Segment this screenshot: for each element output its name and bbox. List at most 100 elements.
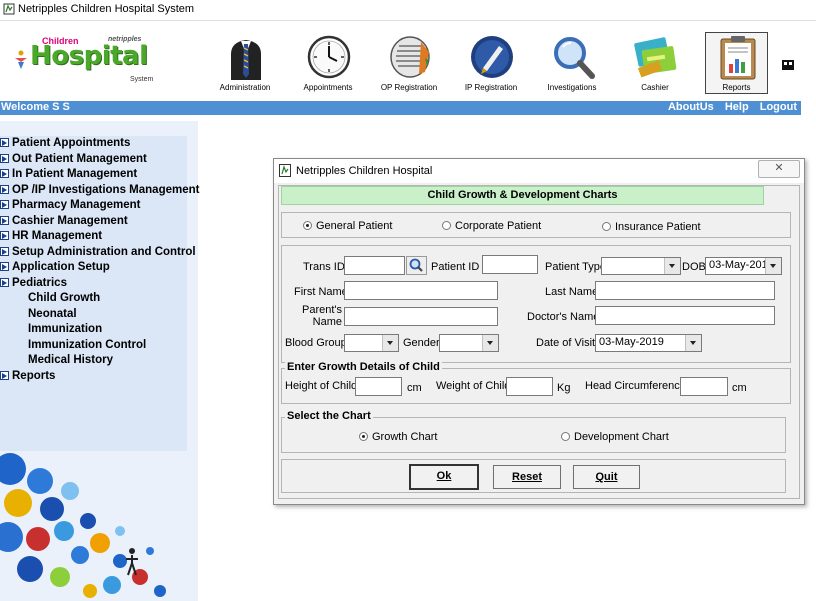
- dialog-title: Netripples Children Hospital: [296, 165, 433, 177]
- arrow-icon: [0, 138, 9, 147]
- sidebar-item-label: Pharmacy Management: [12, 199, 141, 211]
- select-chart-legend: Select the Chart: [285, 410, 373, 422]
- help-link[interactable]: Help: [725, 101, 749, 113]
- reports-button[interactable]: Reports: [705, 32, 768, 94]
- sidebar-item-cashier-management[interactable]: Cashier Management: [0, 215, 199, 231]
- sidebar-item-label: Application Setup: [12, 261, 110, 273]
- logout-link[interactable]: Logout: [760, 101, 797, 113]
- close-button[interactable]: ✕: [758, 160, 800, 178]
- radio-dot: [602, 222, 611, 231]
- growth-chart-radio[interactable]: Growth Chart: [359, 431, 437, 443]
- logo-figure-icon: [15, 50, 27, 69]
- development-chart-radio[interactable]: Development Chart: [561, 431, 669, 443]
- growth-details-group: Enter Growth Details of Child Height of …: [281, 361, 791, 404]
- parents-name-label-line2: Name: [312, 316, 342, 328]
- dob-picker[interactable]: 03-May-2019: [705, 257, 782, 275]
- growth-details-legend: Enter Growth Details of Child: [285, 361, 442, 373]
- radio-label: Development Chart: [574, 431, 669, 443]
- pen-icon: [471, 36, 513, 78]
- window-title: Netripples Children Hospital System: [18, 3, 195, 15]
- sidebar-subitem-medical-history[interactable]: Medical History: [0, 354, 199, 370]
- sidebar-menu: Patient Appointments Out Patient Managem…: [0, 137, 199, 385]
- toolbar-label-investigations: Investigations: [547, 83, 597, 92]
- sidebar-item-out-patient-management[interactable]: Out Patient Management: [0, 153, 199, 169]
- radio-label: Insurance Patient: [615, 221, 701, 233]
- sidebar-item-pharmacy-management[interactable]: Pharmacy Management: [0, 199, 199, 215]
- appointments-button[interactable]: Appointments: [292, 32, 364, 94]
- arrow-icon: [0, 215, 9, 225]
- sidebar-subitem-child-growth[interactable]: Child Growth: [0, 292, 199, 308]
- radio-dot: [359, 432, 368, 441]
- first-name-label: First Name: [294, 286, 348, 298]
- sidebar-item-application-setup[interactable]: Application Setup: [0, 261, 199, 277]
- general-patient-radio[interactable]: General Patient: [303, 220, 392, 232]
- cash-card-icon: [634, 37, 677, 78]
- sidebar-item-patient-appointments[interactable]: Patient Appointments: [0, 137, 199, 153]
- insurance-patient-radio[interactable]: Insurance Patient: [602, 221, 701, 233]
- patient-id-input[interactable]: [482, 255, 538, 274]
- toolbar-label-cashier: Cashier: [641, 83, 669, 92]
- parents-name-label: Parent's Name: [292, 304, 342, 328]
- sidebar-item-label: Reports: [12, 369, 56, 382]
- arrow-icon: [0, 262, 9, 271]
- sidebar-subitem-immunization[interactable]: Immunization: [0, 323, 199, 339]
- radio-dot: [303, 221, 312, 230]
- blood-group-select[interactable]: [344, 334, 399, 352]
- date-of-visit-value: 03-May-2019: [599, 336, 664, 348]
- first-name-input[interactable]: [344, 281, 498, 300]
- toolbar-label-administration: Administration: [219, 83, 271, 92]
- clipboard-report-icon: [720, 36, 756, 80]
- date-of-visit-picker[interactable]: 03-May-2019: [595, 334, 702, 352]
- patient-id-label: Patient ID: [431, 261, 480, 273]
- sidebar-item-pediatrics[interactable]: Pediatrics: [0, 277, 199, 293]
- quit-button[interactable]: Quit: [573, 465, 640, 489]
- sidebar-item-reports[interactable]: Reports: [0, 370, 199, 386]
- weight-input[interactable]: [506, 377, 553, 396]
- doctors-name-input[interactable]: [595, 306, 775, 325]
- sidebar-item-label: Pediatrics: [12, 276, 67, 289]
- head-circumference-input[interactable]: [680, 377, 728, 396]
- chevron-down-icon: [482, 335, 498, 351]
- search-button[interactable]: [406, 256, 427, 275]
- last-name-input[interactable]: [595, 281, 775, 300]
- sidebar-subitem-immunization-control[interactable]: Immunization Control: [0, 339, 199, 355]
- clock-icon: [307, 35, 351, 79]
- ip-registration-button[interactable]: IP Registration: [455, 32, 527, 94]
- parents-name-input[interactable]: [344, 307, 498, 326]
- radio-label: Growth Chart: [372, 431, 438, 443]
- sidebar-item-label: OP /IP Investigations Management: [12, 183, 200, 196]
- sidebar: Patient Appointments Out Patient Managem…: [0, 121, 199, 601]
- sidebar-item-hr-management[interactable]: HR Management: [0, 230, 199, 246]
- toolbar-label-op-registration: OP Registration: [380, 83, 438, 92]
- hospital-logo: Children netripples Hospital System: [12, 36, 162, 88]
- sidebar-item-label: Out Patient Management: [12, 152, 147, 165]
- op-registration-button[interactable]: OP Registration: [373, 32, 445, 94]
- welcome-bar: Welcome S S AboutUs Help Logout: [0, 101, 801, 115]
- dialog-header: Child Growth & Development Charts: [281, 186, 764, 205]
- sidebar-item-setup-administration[interactable]: Setup Administration and Control: [0, 246, 199, 262]
- sidebar-item-investigations-management[interactable]: OP /IP Investigations Management: [0, 184, 199, 200]
- button-group: Ok Reset Quit: [281, 459, 786, 493]
- arrow-icon: [0, 200, 9, 209]
- patient-type-select[interactable]: [601, 257, 681, 275]
- chevron-down-icon: [685, 335, 701, 351]
- radio-dot: [442, 221, 451, 230]
- chevron-down-icon: [382, 335, 398, 351]
- gender-select[interactable]: [439, 334, 499, 352]
- dialog-app-icon: [279, 164, 291, 177]
- blood-group-label: Blood Group: [285, 337, 347, 349]
- about-us-link[interactable]: AboutUs: [668, 101, 714, 113]
- administration-button[interactable]: Administration: [209, 32, 281, 94]
- cashier-button[interactable]: Cashier: [619, 32, 691, 94]
- sidebar-item-in-patient-management[interactable]: In Patient Management: [0, 168, 199, 184]
- corporate-patient-radio[interactable]: Corporate Patient: [442, 220, 541, 232]
- sidebar-subitem-neonatal[interactable]: Neonatal: [0, 308, 199, 324]
- investigations-button[interactable]: Investigations: [536, 32, 608, 94]
- height-input[interactable]: [355, 377, 402, 396]
- reset-button[interactable]: Reset: [493, 465, 561, 489]
- radio-label: General Patient: [316, 220, 393, 232]
- sidebar-item-label: HR Management: [12, 230, 103, 242]
- trans-id-input[interactable]: [344, 256, 405, 275]
- ok-button[interactable]: Ok: [409, 464, 479, 490]
- height-label: Height of Child: [285, 380, 358, 392]
